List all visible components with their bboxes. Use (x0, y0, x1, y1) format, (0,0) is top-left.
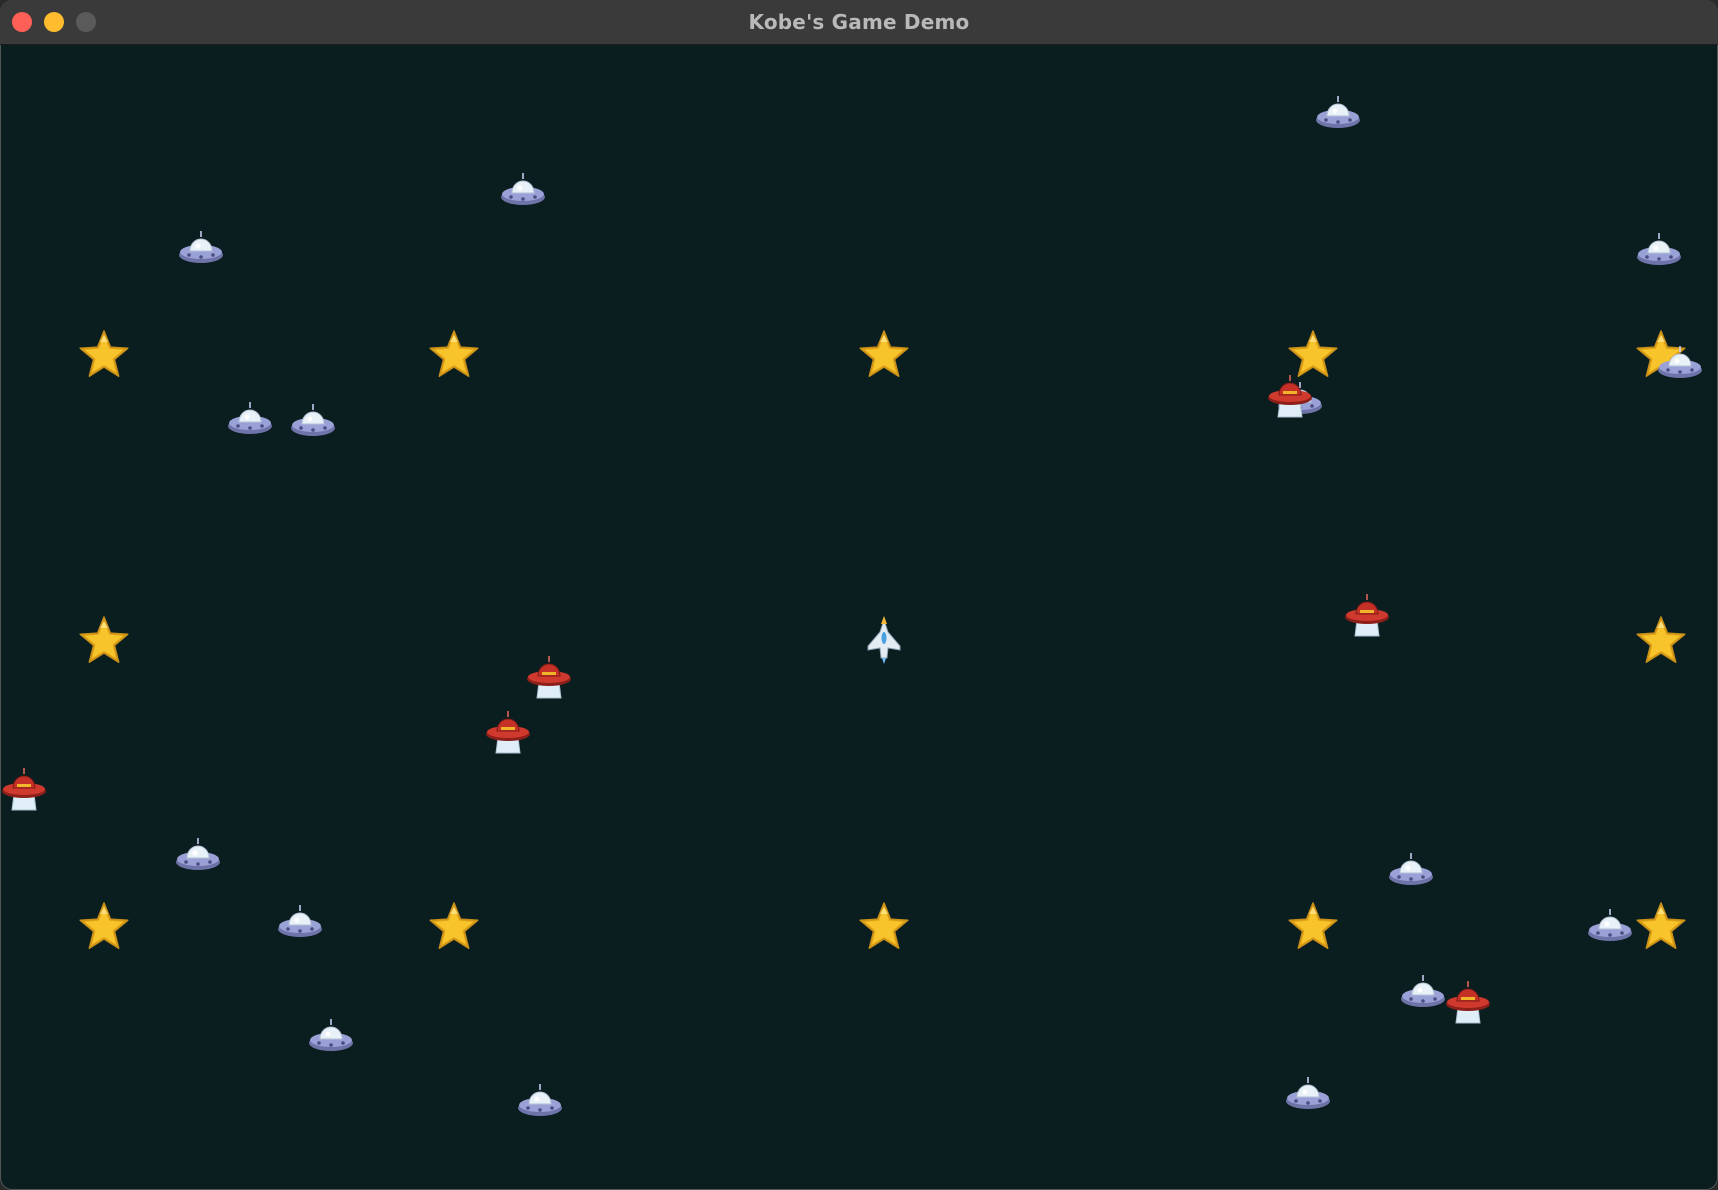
red-ufo-icon (2, 768, 46, 811)
ufo-icon (518, 1084, 562, 1116)
red-ufo-icon (1446, 981, 1490, 1024)
star-icon (79, 902, 129, 949)
ufo-icon (1637, 233, 1681, 265)
star-icon (79, 330, 129, 377)
spaceship-icon (867, 616, 901, 664)
star-icon (859, 902, 909, 949)
game-window: Kobe's Game Demo (0, 0, 1718, 1190)
ufo-icon (1401, 975, 1445, 1007)
red-ufo-icon (527, 656, 571, 699)
ufo-icon (179, 231, 223, 263)
ufo-icon (291, 404, 335, 436)
star-icon (79, 616, 129, 663)
red-ufo-icon (486, 711, 530, 754)
star-icon (1636, 616, 1686, 663)
ufo-icon (1316, 96, 1360, 128)
ufo-icon (1389, 853, 1433, 885)
sprite-layer (2, 96, 1702, 1116)
ufo-icon (1588, 909, 1632, 941)
star-icon (1288, 902, 1338, 949)
star-icon (1288, 330, 1338, 377)
red-ufo-icon (1345, 594, 1389, 637)
ufo-icon (501, 173, 545, 205)
ufo-icon (228, 402, 272, 434)
ufo-icon (309, 1019, 353, 1051)
star-icon (429, 330, 479, 377)
ufo-icon (278, 905, 322, 937)
star-icon (1636, 902, 1686, 949)
star-icon (429, 902, 479, 949)
ufo-icon (1286, 1077, 1330, 1109)
ufo-icon (176, 838, 220, 870)
star-icon (859, 330, 909, 377)
